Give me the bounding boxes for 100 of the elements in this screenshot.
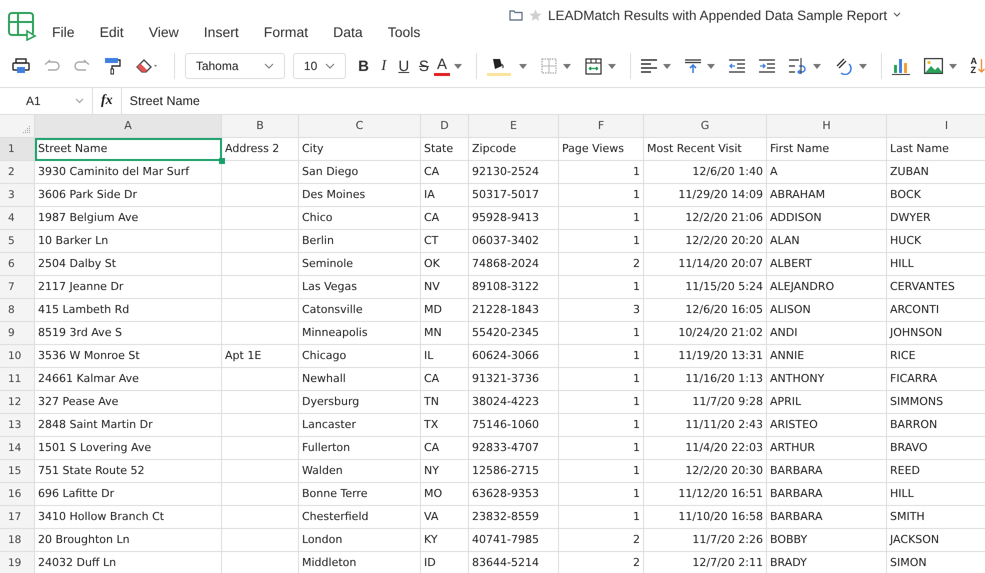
table-cell: 12/2/20 20:30 bbox=[685, 464, 763, 477]
dropdown-arrow-icon[interactable] bbox=[858, 64, 867, 68]
document-title[interactable]: LEADMatch Results with Appended Data Sample Report bbox=[548, 8, 888, 22]
column-header[interactable]: B bbox=[222, 115, 299, 138]
dropdown-arrow-icon[interactable] bbox=[662, 64, 671, 68]
table-cell: 2 bbox=[633, 556, 640, 569]
decrease-indent-icon[interactable] bbox=[728, 59, 745, 73]
menu-item[interactable]: Insert bbox=[204, 24, 239, 40]
table-cell: MN bbox=[424, 326, 442, 339]
image-icon[interactable] bbox=[924, 58, 943, 74]
table-cell: ALEJANDRO bbox=[770, 280, 834, 293]
star-icon[interactable] bbox=[529, 8, 542, 22]
table-cell: 3930 Caminito del Mar Surf bbox=[38, 165, 190, 178]
borders-icon[interactable] bbox=[540, 58, 557, 74]
row-header[interactable]: 5 bbox=[0, 230, 35, 253]
row-header[interactable]: 6 bbox=[0, 253, 35, 276]
text-color-button[interactable]: A bbox=[434, 56, 450, 76]
dropdown-arrow-icon[interactable] bbox=[706, 64, 715, 68]
row-header[interactable]: 4 bbox=[0, 207, 35, 230]
chevron-down-icon[interactable] bbox=[264, 63, 274, 69]
increase-indent-icon[interactable] bbox=[758, 59, 775, 73]
dropdown-arrow-icon[interactable] bbox=[948, 64, 957, 68]
table-cell: 1 bbox=[633, 395, 640, 408]
table-cell: Street Name bbox=[38, 142, 108, 155]
table-cell: 1 bbox=[633, 372, 640, 385]
table-cell: FICARRA bbox=[890, 372, 938, 385]
row-header[interactable]: 18 bbox=[0, 529, 35, 552]
eraser-icon[interactable] bbox=[136, 58, 160, 74]
row-header[interactable]: 2 bbox=[0, 161, 35, 184]
formula-input[interactable]: Street Name bbox=[122, 94, 200, 108]
table-cell: 1 bbox=[633, 349, 640, 362]
format-button[interactable]: U bbox=[394, 58, 414, 74]
fill-handle[interactable] bbox=[219, 158, 225, 164]
row-header[interactable]: 8 bbox=[0, 299, 35, 322]
menu-item[interactable]: Data bbox=[333, 24, 363, 40]
table-cell: First Name bbox=[770, 142, 830, 155]
table-cell: Last Name bbox=[890, 142, 949, 155]
table-cell: ANNIE bbox=[770, 349, 804, 362]
row-header[interactable]: 12 bbox=[0, 391, 35, 414]
table-cell: Fullerton bbox=[302, 441, 350, 454]
merge-cells-icon[interactable] bbox=[584, 58, 602, 74]
table-cell: DWYER bbox=[890, 211, 931, 224]
dropdown-arrow-icon[interactable] bbox=[454, 64, 462, 68]
menu-item[interactable]: Format bbox=[264, 24, 308, 40]
redo-icon[interactable] bbox=[74, 59, 90, 73]
chevron-down-icon[interactable] bbox=[324, 63, 334, 69]
font-select[interactable]: Tahoma bbox=[184, 53, 285, 79]
dropdown-arrow-icon[interactable] bbox=[812, 64, 821, 68]
menu-item[interactable]: File bbox=[52, 24, 75, 40]
chevron-down-icon[interactable] bbox=[893, 12, 902, 18]
table-cell: 2 bbox=[633, 533, 640, 546]
logo-icon[interactable] bbox=[7, 11, 37, 41]
dropdown-arrow-icon[interactable] bbox=[608, 64, 616, 68]
table-cell: 3606 Park Side Dr bbox=[38, 188, 138, 201]
row-header[interactable]: 3 bbox=[0, 184, 35, 207]
font-size-select[interactable]: 10 bbox=[292, 53, 346, 79]
column-header[interactable]: G bbox=[644, 115, 767, 138]
row-header[interactable]: 17 bbox=[0, 506, 35, 529]
menu-item[interactable]: View bbox=[148, 24, 179, 40]
table-cell: TX bbox=[424, 418, 438, 431]
cell-reference-box[interactable]: A1 bbox=[0, 88, 93, 114]
undo-icon[interactable] bbox=[44, 59, 60, 73]
sort-button[interactable]: A Z bbox=[970, 57, 985, 75]
row-header[interactable]: 7 bbox=[0, 276, 35, 299]
column-header[interactable]: H bbox=[767, 115, 887, 138]
column-header[interactable]: F bbox=[559, 115, 644, 138]
dropdown-arrow-icon[interactable] bbox=[562, 64, 571, 68]
align-left-icon[interactable] bbox=[640, 59, 657, 73]
format-button[interactable]: I bbox=[374, 58, 394, 74]
folder-icon[interactable] bbox=[509, 9, 523, 21]
row-header[interactable]: 15 bbox=[0, 460, 35, 483]
format-button[interactable]: B bbox=[354, 58, 374, 74]
column-header[interactable]: E bbox=[469, 115, 559, 138]
column-header[interactable]: A bbox=[35, 115, 222, 138]
row-header[interactable]: 11 bbox=[0, 368, 35, 391]
row-header[interactable]: 10 bbox=[0, 345, 35, 368]
dropdown-arrow-icon[interactable] bbox=[518, 64, 527, 68]
wrap-text-icon[interactable] bbox=[788, 58, 807, 74]
bar-chart-icon[interactable] bbox=[892, 57, 910, 75]
format-button[interactable]: S bbox=[414, 58, 434, 74]
menu-item[interactable]: Tools bbox=[388, 24, 420, 40]
column-header[interactable]: C bbox=[299, 115, 421, 138]
table-cell: BOCK bbox=[890, 188, 921, 201]
row-header[interactable]: 1 bbox=[0, 138, 35, 161]
table-cell: Des Moines bbox=[302, 188, 366, 201]
paint-roller-icon[interactable] bbox=[104, 57, 122, 75]
table-cell: 11/7/20 2:26 bbox=[692, 533, 763, 546]
row-header[interactable]: 9 bbox=[0, 322, 35, 345]
row-header[interactable]: 13 bbox=[0, 414, 35, 437]
table-cell: VA bbox=[424, 510, 438, 523]
row-header[interactable]: 19 bbox=[0, 552, 35, 573]
rotate-text-icon[interactable] bbox=[834, 57, 853, 75]
row-header[interactable]: 16 bbox=[0, 483, 35, 506]
column-header[interactable]: D bbox=[421, 115, 469, 138]
table-cell: Lancaster bbox=[302, 418, 356, 431]
table-cell: ALBERT bbox=[770, 257, 812, 270]
menu-item[interactable]: Edit bbox=[100, 24, 124, 40]
align-top-icon[interactable] bbox=[684, 59, 701, 73]
print-icon[interactable] bbox=[12, 58, 30, 74]
row-header[interactable]: 14 bbox=[0, 437, 35, 460]
